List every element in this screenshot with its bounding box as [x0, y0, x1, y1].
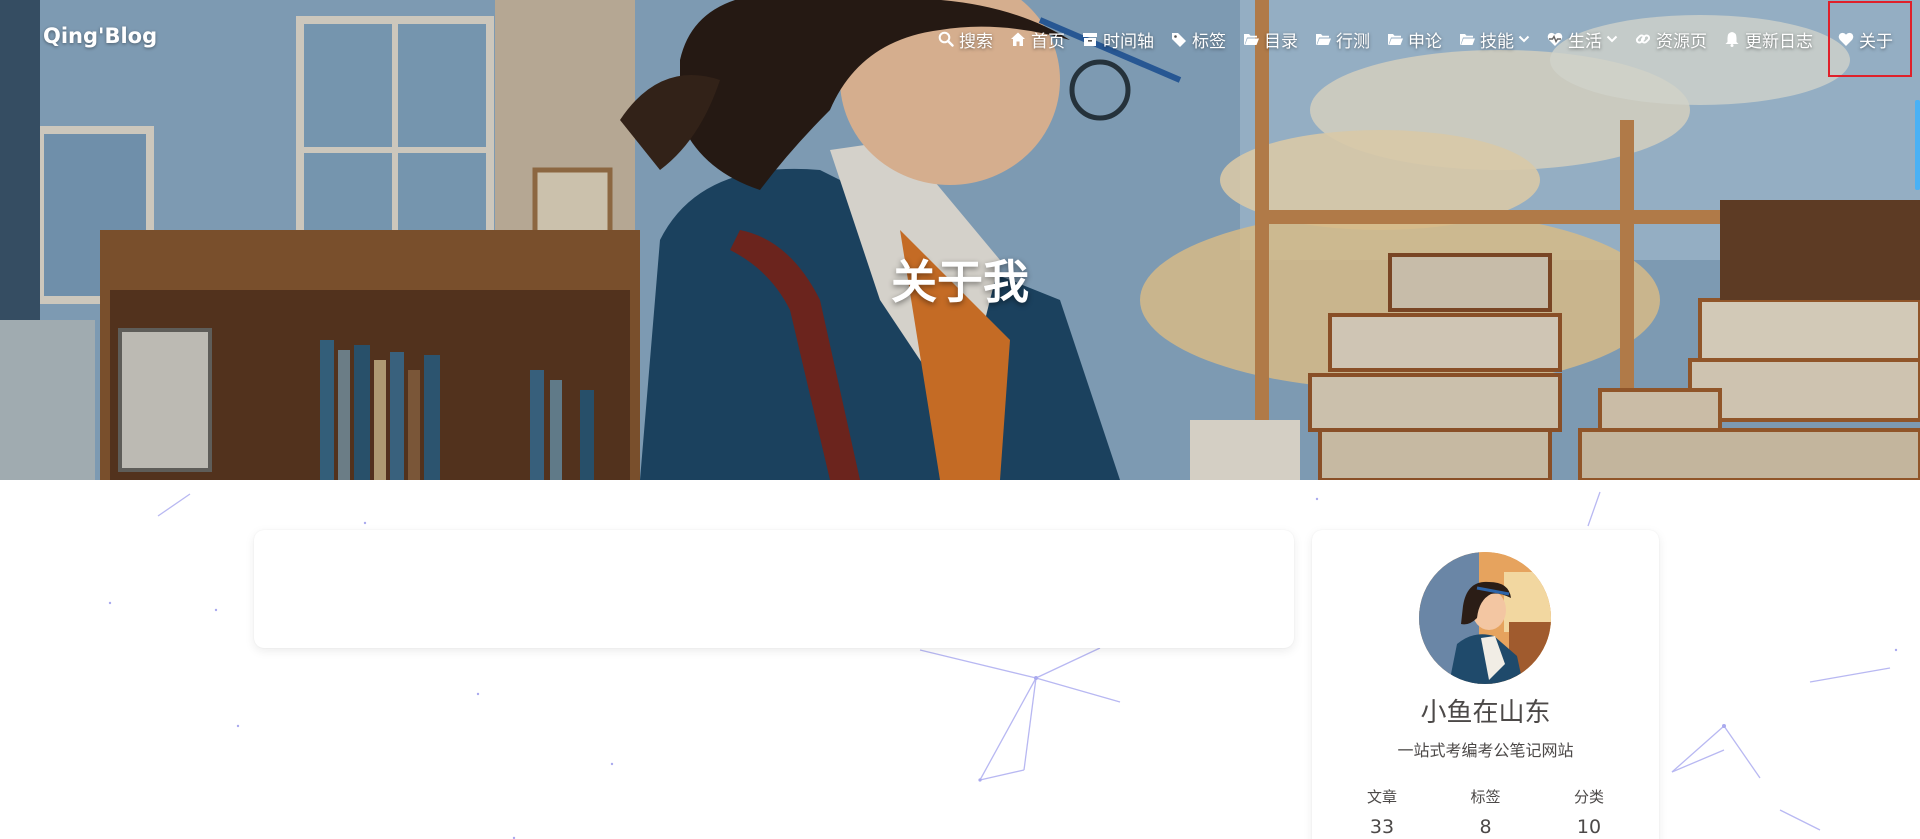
avatar-image: [1419, 552, 1551, 684]
nav-item-label: 关于: [1859, 31, 1893, 52]
nav-item-changelog[interactable]: 更新日志: [1724, 27, 1813, 52]
home-icon: [1011, 32, 1025, 46]
folder-icon: [1460, 34, 1475, 45]
nav-item-timeline[interactable]: 时间轴: [1082, 27, 1154, 52]
nav-item-label: 首页: [1031, 31, 1065, 52]
nav-item-label: 申论: [1408, 31, 1442, 52]
nav-item-home[interactable]: 首页: [1010, 27, 1065, 52]
tags-icon: [1172, 33, 1186, 47]
nav-item-label: 标签: [1192, 31, 1226, 52]
nav-item-skills[interactable]: 技能: [1459, 27, 1530, 52]
nav-item-shenlun[interactable]: 申论: [1387, 27, 1442, 52]
page-title: 关于我: [891, 255, 1029, 309]
page-header-banner: Qing'Blog 搜索 首页 时间轴 标签 目录 行测 申论 技能 生活 资源…: [0, 0, 1920, 480]
stat-label: 标签: [1470, 788, 1501, 806]
nav-item-label: 更新日志: [1745, 31, 1813, 52]
link-icon: [1635, 34, 1651, 44]
author-description: 一站式考编考公笔记网站: [1397, 741, 1574, 760]
nav-item-life[interactable]: 生活: [1547, 27, 1618, 52]
heartbeat-icon: [1547, 32, 1563, 46]
author-info-card: 小鱼在山东 一站式考编考公笔记网站 文章 33 标签 8 分类 10: [1312, 530, 1659, 839]
stat-value: 10: [1576, 816, 1602, 838]
nav-item-tags[interactable]: 标签: [1171, 27, 1226, 52]
site-stats: 文章 33 标签 8 分类 10: [1337, 786, 1634, 838]
chevron-down-icon: [1606, 35, 1618, 43]
nav-item-label: 目录: [1264, 31, 1298, 52]
avatar[interactable]: [1419, 552, 1551, 684]
stat-articles[interactable]: 文章 33: [1337, 786, 1427, 838]
archive-icon: [1083, 33, 1097, 46]
main-navigation: 搜索 首页 时间轴 标签 目录 行测 申论 技能 生活 资源页 更新日志 关于: [921, 0, 1920, 78]
nav-item-about[interactable]: 关于: [1828, 1, 1912, 77]
search-icon: [938, 31, 954, 47]
nav-item-label: 搜索: [959, 31, 993, 52]
folder-icon: [1244, 34, 1259, 45]
stat-label: 文章: [1366, 788, 1397, 806]
folder-icon: [1388, 34, 1403, 45]
nav-item-label: 技能: [1480, 31, 1514, 52]
stat-label: 分类: [1573, 788, 1604, 806]
nav-item-label: 生活: [1568, 31, 1602, 52]
nav-item-label: 时间轴: [1103, 31, 1154, 52]
author-name: 小鱼在山东: [1420, 698, 1551, 728]
scrollbar-thumb[interactable]: [1915, 100, 1920, 190]
nav-item-resources[interactable]: 资源页: [1635, 27, 1707, 52]
heart-icon: [1838, 32, 1854, 46]
stat-tags[interactable]: 标签 8: [1441, 786, 1531, 838]
nav-item-xingce[interactable]: 行测: [1315, 27, 1370, 52]
nav-item-search[interactable]: 搜索: [938, 27, 993, 52]
stat-value: 8: [1479, 816, 1492, 838]
folder-icon: [1316, 34, 1331, 45]
bell-icon: [1725, 32, 1739, 47]
site-logo-link[interactable]: Qing'Blog: [43, 24, 157, 48]
nav-item-label: 行测: [1336, 31, 1370, 52]
about-content-card: [254, 530, 1294, 648]
nav-item-catalog[interactable]: 目录: [1243, 27, 1298, 52]
nav-item-label: 资源页: [1656, 31, 1707, 52]
stat-value: 33: [1369, 816, 1395, 838]
chevron-down-icon: [1518, 35, 1530, 43]
stat-categories[interactable]: 分类 10: [1544, 786, 1634, 838]
